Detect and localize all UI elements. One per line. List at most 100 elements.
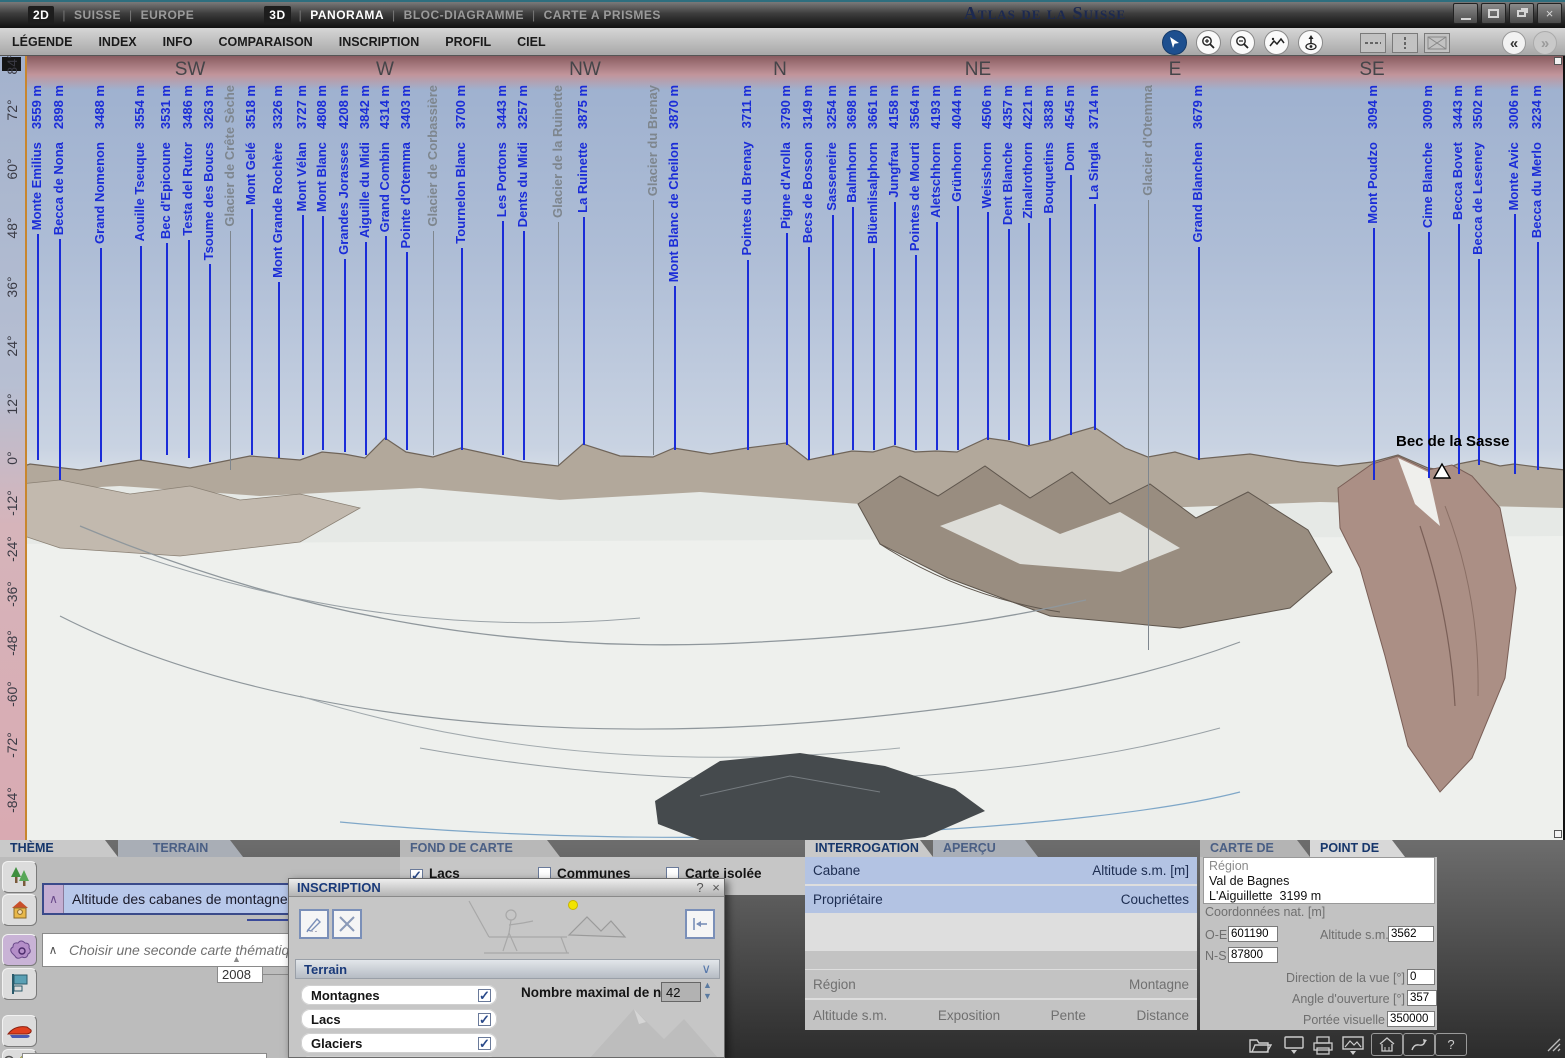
dialog-help-icon[interactable]: ? bbox=[692, 880, 708, 895]
watermark-mountains bbox=[579, 994, 719, 1058]
peak-label: Pointes de Mourti 3564 m bbox=[907, 85, 922, 251]
reset-labels-icon[interactable] bbox=[685, 909, 715, 939]
history-forward-icon[interactable]: » bbox=[1533, 31, 1557, 55]
direction-input[interactable] bbox=[1407, 969, 1435, 985]
menu-comparaison[interactable]: COMPARAISON bbox=[219, 35, 313, 49]
pan-handle-bottom-icon[interactable] bbox=[1554, 830, 1562, 838]
inscription-section-terrain[interactable]: Terrain ∨ bbox=[295, 959, 720, 979]
col-distance: Distance bbox=[1136, 1008, 1189, 1023]
interrogation-row-proprietaire[interactable]: Propriétaire Couchettes bbox=[805, 886, 1197, 913]
history-back-icon[interactable]: « bbox=[1502, 31, 1526, 55]
tab-interrogation[interactable]: INTERROGATION bbox=[805, 840, 933, 857]
leader-line bbox=[832, 215, 834, 455]
resize-grip-icon[interactable] bbox=[1544, 1036, 1562, 1052]
oe-label: O-E bbox=[1205, 928, 1227, 942]
menu-profil[interactable]: PROFIL bbox=[445, 35, 491, 49]
menu-bloc-diagramme[interactable]: BLOC-DIAGRAMME bbox=[404, 8, 524, 22]
oe-input[interactable] bbox=[1228, 926, 1278, 942]
pv-alt-input[interactable] bbox=[1388, 926, 1434, 942]
menu-panorama[interactable]: PANORAMA bbox=[310, 8, 384, 22]
menu-legende[interactable]: LÉGENDE bbox=[12, 35, 72, 49]
peak-label: Aiguille du Midi 3842 m bbox=[357, 85, 372, 238]
leader-line bbox=[278, 282, 280, 458]
close-button[interactable]: × bbox=[1537, 3, 1562, 24]
link-icon[interactable] bbox=[1403, 1033, 1435, 1056]
peak-label: Mont Gelé 3518 m bbox=[243, 85, 258, 205]
peak-label: Mont Blanc 4808 m bbox=[314, 85, 329, 212]
tab-fond-de-carte[interactable]: FOND DE CARTE bbox=[400, 840, 560, 857]
inscription-dialog[interactable]: INSCRIPTION ? × Terrain ∨ Montagnes✓Lacs… bbox=[288, 878, 725, 1058]
tab-carte-de-ref[interactable]: CARTE DE RÉF... bbox=[1200, 840, 1310, 857]
year-slider-handle-icon[interactable]: ▲ bbox=[232, 954, 241, 964]
minimize-button[interactable] bbox=[1453, 3, 1478, 24]
viewpoint-eye-icon[interactable] bbox=[1298, 30, 1323, 55]
pointer-tool-icon[interactable] bbox=[1162, 30, 1187, 55]
open-folder-icon[interactable] bbox=[1248, 1036, 1272, 1054]
menu-info[interactable]: INFO bbox=[163, 35, 193, 49]
export-image-icon[interactable] bbox=[1341, 1036, 1365, 1055]
collapse-chevron-icon[interactable]: ∧ bbox=[43, 934, 63, 966]
print-icon[interactable] bbox=[1312, 1036, 1334, 1055]
dialog-close-icon[interactable]: × bbox=[708, 880, 724, 895]
maximize-button[interactable] bbox=[1481, 3, 1506, 24]
zoom-in-icon[interactable] bbox=[1196, 30, 1221, 55]
angle-label: Angle d'ouverture [°] bbox=[1292, 992, 1405, 1006]
no-split-icon[interactable] bbox=[1424, 33, 1450, 53]
menu-carte-a-prismes[interactable]: CARTE A PRISMES bbox=[544, 8, 661, 22]
checkbox-icon[interactable]: ✓ bbox=[478, 989, 491, 1002]
tab-terrain[interactable]: TERRAIN bbox=[118, 840, 243, 857]
state-flag-icon[interactable] bbox=[2, 968, 37, 1000]
inscription-row-lacs[interactable]: Lacs✓ bbox=[301, 1009, 497, 1029]
peak-label: Testa del Rutor 3486 m bbox=[180, 85, 195, 236]
mode-2d[interactable]: 2D bbox=[28, 6, 54, 24]
year-field[interactable]: 2008 bbox=[217, 966, 263, 983]
portee-input[interactable] bbox=[1387, 1011, 1435, 1027]
pan-handle-top-icon[interactable] bbox=[1554, 57, 1562, 65]
menu-ciel[interactable]: CIEL bbox=[517, 35, 545, 49]
split-horizontal-icon[interactable] bbox=[1360, 33, 1386, 53]
checkbox-icon[interactable]: ✓ bbox=[478, 1013, 491, 1026]
axis-tick: -60° bbox=[4, 681, 20, 707]
region-label: Région bbox=[813, 977, 856, 992]
menu-europe[interactable]: EUROPE bbox=[141, 8, 195, 22]
export-screen-icon[interactable] bbox=[1283, 1036, 1305, 1055]
leader-line bbox=[230, 231, 231, 470]
draw-label-tool-icon[interactable] bbox=[299, 909, 329, 939]
peak-label: Monte Avic 3006 m bbox=[1506, 85, 1521, 210]
menu-inscription[interactable]: INSCRIPTION bbox=[339, 35, 420, 49]
menu-suisse[interactable]: SUISSE bbox=[74, 8, 121, 22]
population-icon[interactable] bbox=[2, 894, 37, 926]
theme-search-input[interactable] bbox=[22, 1053, 267, 1058]
mode-3d[interactable]: 3D bbox=[264, 6, 290, 24]
leader-line bbox=[1028, 223, 1030, 445]
inscription-row-montagnes[interactable]: Montagnes✓ bbox=[301, 985, 497, 1005]
peak-label: Dent Blanche 4357 m bbox=[1000, 85, 1015, 225]
split-vertical-icon[interactable] bbox=[1392, 33, 1418, 53]
help-icon[interactable]: ? bbox=[1435, 1033, 1467, 1056]
inscription-row-glaciers[interactable]: Glaciers✓ bbox=[301, 1033, 497, 1053]
collapse-chevron-icon[interactable]: ∧ bbox=[44, 885, 64, 913]
delete-labels-tool-icon[interactable] bbox=[332, 909, 362, 939]
zoom-out-icon[interactable] bbox=[1230, 30, 1255, 55]
axis-tick: 12° bbox=[4, 393, 20, 414]
peak-label: Tournelon Blanc 3700 m bbox=[453, 85, 468, 244]
glacier-label: Glacier d'Otemma bbox=[1140, 85, 1155, 196]
nature-icon[interactable] bbox=[2, 861, 37, 893]
tab-apercu[interactable]: APERÇU bbox=[933, 840, 1038, 857]
chevron-down-icon[interactable]: ∨ bbox=[701, 961, 719, 977]
tab-point-de-vue[interactable]: POINT DE VUE bbox=[1310, 840, 1405, 857]
pan-terrain-icon[interactable] bbox=[1264, 30, 1289, 55]
tab-theme[interactable]: THÈME bbox=[0, 840, 118, 857]
panorama[interactable]: SWWNWNNEESE Monte Emilius 3559 mBecca de… bbox=[0, 56, 1565, 840]
economy-icon[interactable] bbox=[2, 934, 37, 966]
interrogation-row-cabane[interactable]: Cabane Altitude s.m. [m] bbox=[805, 857, 1197, 884]
angle-input[interactable] bbox=[1407, 990, 1437, 1006]
menu-index[interactable]: INDEX bbox=[98, 35, 136, 49]
ns-input[interactable] bbox=[1228, 947, 1278, 963]
transport-icon[interactable] bbox=[2, 1015, 37, 1047]
checkbox-icon[interactable]: ✓ bbox=[478, 1037, 491, 1050]
peak-label: Dents du Midi 3257 m bbox=[515, 85, 530, 227]
restore-button[interactable] bbox=[1509, 3, 1534, 24]
home-icon[interactable] bbox=[1371, 1033, 1403, 1056]
theme-search-row bbox=[0, 1051, 270, 1058]
